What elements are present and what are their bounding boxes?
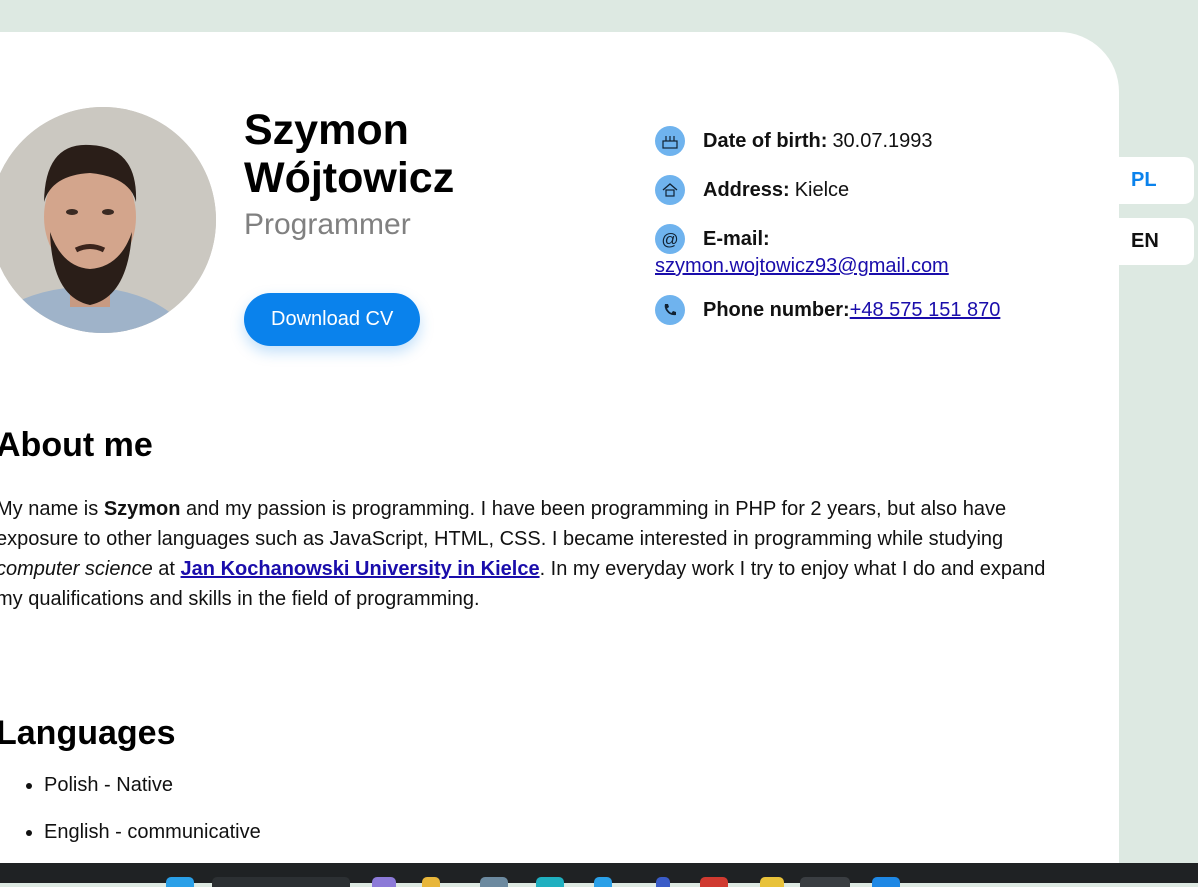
languages-list: Polish - Native English - communicative [0, 774, 261, 868]
birth-value: 30.07.1993 [832, 129, 933, 152]
about-heading: About me [0, 426, 153, 464]
phone-label: Phone number: [703, 298, 850, 321]
about-field: computer science [0, 558, 153, 580]
app-icon[interactable] [480, 877, 508, 887]
app-icon[interactable] [372, 877, 396, 887]
birth-row: Date of birth: 30.07.1993 [655, 126, 933, 156]
phone-row: Phone number: +48 575 151 870 [655, 295, 1000, 325]
about-name: Szymon [103, 498, 181, 520]
name-last: Wójtowicz [244, 154, 455, 202]
folder-icon[interactable] [422, 877, 440, 887]
address-value: Kielce [794, 178, 850, 201]
at-sign-icon: @ [655, 224, 685, 254]
email-row: @ E-mail: [655, 224, 775, 254]
language-en-button[interactable]: EN [1119, 218, 1194, 265]
about-text-1: My name is [0, 498, 104, 520]
app-icon[interactable] [872, 877, 900, 887]
address-row: Address: Kielce [655, 175, 849, 205]
person-name: Szymon Wójtowicz [244, 106, 454, 202]
email-label: E-mail: [703, 227, 770, 250]
email-link[interactable]: szymon.wojtowicz93@gmail.com [655, 255, 949, 278]
about-text-3: at [152, 558, 181, 580]
phone-link[interactable]: +48 575 151 870 [850, 299, 1001, 322]
os-taskbar [0, 863, 1198, 887]
app-icon[interactable] [760, 877, 784, 887]
language-item: English - communicative [44, 821, 261, 844]
languages-heading: Languages [0, 714, 176, 752]
language-pl-button[interactable]: PL [1119, 157, 1194, 204]
home-icon [655, 175, 685, 205]
phone-icon [655, 295, 685, 325]
job-title: Programmer [244, 208, 411, 241]
app-icon[interactable] [536, 877, 564, 887]
about-paragraph: My name is Szymon and my passion is prog… [0, 494, 1056, 614]
app-icon[interactable] [656, 877, 670, 887]
start-icon[interactable] [166, 877, 194, 887]
address-label: Address: [703, 178, 790, 201]
download-cv-button[interactable]: Download CV [244, 293, 421, 346]
name-first: Szymon [244, 106, 409, 154]
birth-label: Date of birth: [703, 129, 828, 152]
profile-photo [0, 107, 216, 333]
university-link[interactable]: Jan Kochanowski University in Kielce [181, 558, 540, 580]
cake-icon [655, 126, 685, 156]
app-icon[interactable] [700, 877, 728, 887]
language-item: Polish - Native [44, 774, 261, 797]
app-icon[interactable] [594, 877, 612, 887]
cv-card: Szymon Wójtowicz Programmer Download CV D… [0, 32, 1119, 883]
browser-icon[interactable] [800, 877, 850, 887]
taskbar-search-icon[interactable] [212, 877, 350, 887]
